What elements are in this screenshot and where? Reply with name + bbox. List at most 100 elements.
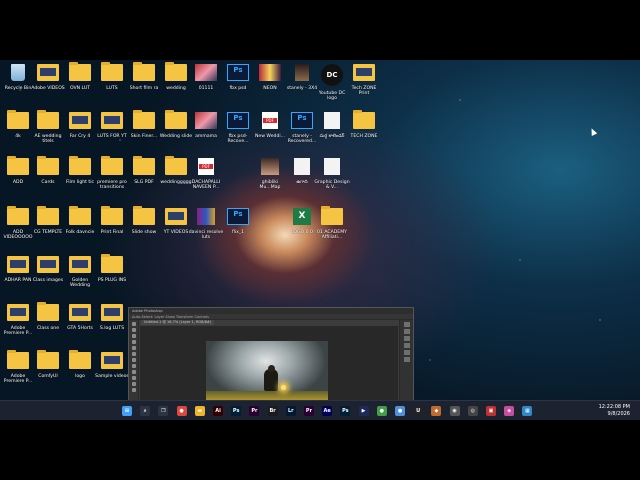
- desktop-icon[interactable]: S.log LUTS: [94, 304, 130, 331]
- desktop-icon[interactable]: premiere pro transitions: [94, 156, 130, 191]
- desktop-icon[interactable]: Tech ZONE Print: [346, 64, 382, 97]
- lasso-tool-icon[interactable]: [131, 334, 136, 338]
- panel-layers-icon[interactable]: [403, 322, 410, 327]
- document-tab[interactable]: Untitled-1 @ 16.7% (Layer 1, RGB/8#): [141, 320, 215, 325]
- eraser-tool-icon[interactable]: [131, 358, 136, 362]
- desktop-icon[interactable]: SLG PDF: [126, 156, 162, 185]
- lightroom-icon[interactable]: Lr: [285, 406, 296, 416]
- chrome-2-icon[interactable]: ●: [376, 406, 387, 416]
- desktop-icon-label: Slide show: [131, 230, 157, 235]
- folder-thumb-icon: [69, 304, 91, 321]
- desktop-icon[interactable]: Sample videos: [94, 352, 130, 379]
- desktop-icon[interactable]: Adobe VIDEOS: [30, 64, 66, 91]
- desktop-icon[interactable]: Print Final: [94, 206, 130, 235]
- photoshop-icon[interactable]: Ps: [231, 406, 242, 416]
- desktop-icon[interactable]: OVN LUT: [62, 62, 98, 91]
- desktop-icon[interactable]: Ps flix_1: [220, 208, 256, 235]
- desktop-icon[interactable]: AE wedding titels: [30, 110, 66, 145]
- desktop-icon[interactable]: Golden Wedding: [62, 256, 98, 289]
- desktop-icon[interactable]: Cards: [30, 156, 66, 185]
- folder-thumb-icon: [101, 304, 123, 321]
- desktop-icon[interactable]: Class images: [30, 256, 66, 283]
- eyedropper-tool-icon[interactable]: [131, 346, 136, 350]
- unreal-icon[interactable]: U: [413, 406, 424, 416]
- after-effects-icon[interactable]: Ae: [322, 406, 333, 416]
- app-a-icon[interactable]: ◆: [431, 406, 442, 416]
- desktop-icon[interactable]: Skin Finer...: [126, 110, 162, 139]
- task-view-icon[interactable]: ❐: [158, 406, 169, 416]
- pen-tool-icon[interactable]: [131, 370, 136, 374]
- desktop-icon[interactable]: ComfyUI: [30, 350, 66, 379]
- clock-date: 9/8/2026: [607, 410, 630, 417]
- desktop-icon[interactable]: LUTS FOR YT: [94, 112, 130, 139]
- desktop-icon[interactable]: 01 ACADEMY Affiliati...: [314, 206, 350, 241]
- desktop-icon-label: Short film ra: [129, 86, 159, 91]
- illustrator-icon[interactable]: Ai: [213, 406, 223, 416]
- desktop-icon[interactable]: TECH ZONE: [346, 110, 382, 139]
- desktop-icon[interactable]: Folk davncie: [62, 206, 98, 235]
- psd-icon: Ps: [291, 112, 313, 129]
- desktop-icon[interactable]: New Weddi...: [252, 112, 288, 139]
- desktop-icon[interactable]: GTA 5Horts: [62, 304, 98, 331]
- folder-icon: [101, 156, 123, 175]
- move-tool-icon[interactable]: [131, 322, 136, 326]
- app-c-icon[interactable]: ◎: [467, 406, 478, 416]
- desktop-icon-label: ammama: [195, 134, 217, 139]
- panel-properties-icon[interactable]: [403, 329, 410, 334]
- type-tool-icon[interactable]: [131, 376, 136, 380]
- file-explorer-icon[interactable]: ▬: [194, 406, 205, 416]
- desktop-icon[interactable]: Short film ra: [126, 62, 162, 91]
- folder-icon: [37, 156, 59, 175]
- desktop-icon[interactable]: ghibliki Mu...Map: [252, 158, 288, 191]
- app-b-icon[interactable]: ◉: [449, 406, 460, 416]
- folder-icon: [353, 110, 375, 129]
- crop-tool-icon[interactable]: [131, 340, 136, 344]
- desktop-icon[interactable]: 01111: [188, 64, 224, 91]
- desktop-icon[interactable]: Graphic Design & V...: [314, 158, 350, 191]
- desktop-icon[interactable]: LUTS: [94, 62, 130, 91]
- start-button-icon[interactable]: ⊞: [122, 406, 132, 416]
- chrome-icon[interactable]: ●: [176, 406, 187, 416]
- gradient-tool-icon[interactable]: [131, 364, 136, 368]
- media-encoder-icon[interactable]: ▶: [358, 406, 369, 416]
- bridge-icon[interactable]: Br: [267, 406, 278, 416]
- desktop-icon[interactable]: Far Cry 4: [62, 112, 98, 139]
- desktop-icon[interactable]: logo: [62, 350, 98, 379]
- taskbar: ⊞ ⌕ ❐ ● ▬ Ai Ps Pr Br Lr Pr Ae Ps ▶ ● ● U ◆ ◉ ◎ ▣ ◈ ▦ 12:22:08…: [0, 400, 640, 420]
- folder-icon: [37, 302, 59, 321]
- desktop-icon-label: Tech ZONE Print: [351, 86, 377, 97]
- desktop-icon[interactable]: Ps fbx psd-Recove...: [220, 112, 256, 145]
- app-e-icon[interactable]: ◈: [504, 406, 515, 416]
- zoom-tool-icon[interactable]: [131, 388, 136, 392]
- desktop-icon[interactable]: Class one: [30, 302, 66, 331]
- folder-icon: [7, 110, 29, 129]
- app-d-icon[interactable]: ▣: [486, 406, 496, 416]
- panel-adjustments-icon[interactable]: [403, 336, 410, 341]
- premiere-icon[interactable]: Pr: [249, 406, 260, 416]
- marquee-tool-icon[interactable]: [131, 328, 136, 332]
- desktop-icon[interactable]: NEON: [252, 64, 288, 91]
- desktop-icon[interactable]: CG TEMPLTE: [30, 206, 66, 235]
- desktop-icon[interactable]: DACHAPALLI NAVEEN P...: [188, 158, 224, 191]
- brush-tool-icon[interactable]: [131, 352, 136, 356]
- hand-tool-icon[interactable]: [131, 382, 136, 386]
- desktop-icon-label: 01111: [198, 86, 214, 91]
- panel-swatches-icon[interactable]: [403, 357, 410, 362]
- panel-color-icon[interactable]: [403, 343, 410, 348]
- desktop-icon[interactable]: ammama: [188, 112, 224, 139]
- desktop-icon[interactable]: DC Youtube DC logo: [314, 64, 350, 102]
- chrome-3-icon[interactable]: ●: [395, 406, 405, 416]
- desktop-icon[interactable]: Ps fbx psd: [220, 64, 256, 91]
- desktop-icon[interactable]: దుర్గ కాలెండర్: [314, 112, 350, 139]
- desktop-icon[interactable]: davinci resolve luts: [188, 208, 224, 241]
- panel-history-icon[interactable]: [403, 350, 410, 355]
- desktop-icon[interactable]: PS PLUG INS: [94, 254, 130, 283]
- app-f-icon[interactable]: ▦: [522, 406, 533, 416]
- premiere-2-icon[interactable]: Pr: [304, 406, 314, 416]
- desktop-icon[interactable]: Film light tic: [62, 156, 98, 185]
- img-icon: [195, 112, 217, 129]
- search-icon[interactable]: ⌕: [140, 406, 151, 416]
- photoshop-2-icon[interactable]: Ps: [340, 406, 351, 416]
- taskbar-clock[interactable]: 12:22:08 PM 9/8/2026: [599, 404, 630, 417]
- desktop-icon[interactable]: Slide show: [126, 206, 162, 235]
